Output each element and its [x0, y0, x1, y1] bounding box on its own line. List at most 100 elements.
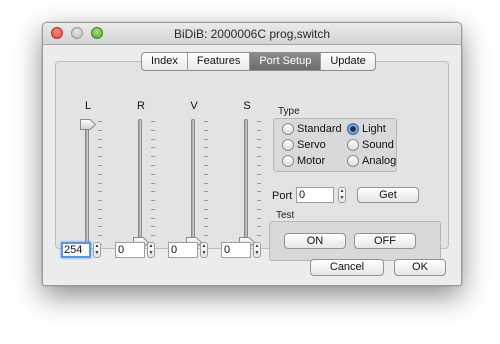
slider-tick [151, 191, 155, 192]
slider-r-label: R [137, 100, 145, 112]
slider-tick [151, 139, 155, 140]
slider-tick [257, 183, 261, 184]
r-value-field[interactable]: 0 [115, 242, 145, 258]
slider-tick [151, 130, 155, 131]
port-spinner: 0 ▲ ▼ [296, 187, 346, 203]
slider-tick [151, 183, 155, 184]
radio-selected-icon [347, 123, 359, 135]
s-stepper[interactable]: ▲ ▼ [253, 242, 261, 258]
slider-tick [151, 209, 155, 210]
type-servo-label: Servo [297, 139, 326, 151]
slider-v-label: V [190, 100, 198, 112]
radio-circle-icon [282, 139, 294, 151]
slider-tick [98, 147, 102, 148]
slider-tick [257, 226, 261, 227]
slider-tick [204, 139, 208, 140]
slider-tick [151, 147, 155, 148]
radio-circle-icon [347, 155, 359, 167]
slider-tick [98, 174, 102, 175]
l-stepper[interactable]: ▲ ▼ [93, 242, 101, 258]
slider-s: S [225, 62, 269, 248]
slider-tick [204, 130, 208, 131]
slider-tick [204, 165, 208, 166]
ok-button[interactable]: OK [394, 259, 446, 276]
dialog-window: BiDiB: 2000006C prog,switch Index Featur… [42, 22, 462, 286]
slider-s-track[interactable] [244, 119, 248, 247]
port-value-field[interactable]: 0 [296, 187, 334, 203]
slider-tick [257, 156, 261, 157]
l-value-field[interactable]: 254 [61, 242, 91, 258]
slider-tick [257, 130, 261, 131]
tab-index[interactable]: Index [142, 53, 188, 70]
slider-tick [98, 209, 102, 210]
slider-v-track[interactable] [191, 119, 195, 247]
radio-circle-icon [282, 123, 294, 135]
tab-update[interactable]: Update [321, 53, 374, 70]
radio-circle-icon [347, 139, 359, 151]
r-value-spinner: 0 ▲ ▼ [115, 242, 159, 258]
tab-bar: Index Features Port Setup Update [141, 52, 376, 71]
title-bar[interactable]: BiDiB: 2000006C prog,switch [43, 23, 461, 45]
off-button[interactable]: OFF [354, 233, 416, 249]
l-value-spinner: 254 ▲ ▼ [61, 242, 105, 258]
slider-tick [204, 218, 208, 219]
stepper-up-icon: ▲ [339, 188, 345, 194]
port-label: Port [272, 190, 293, 202]
get-button[interactable]: Get [357, 187, 419, 203]
slider-r: R [119, 62, 163, 248]
test-group: ON OFF [269, 221, 441, 261]
stepper-up-icon: ▲ [201, 243, 207, 249]
slider-tick [257, 174, 261, 175]
slider-tick [204, 183, 208, 184]
slider-tick [257, 121, 261, 122]
type-light-label: Light [362, 123, 386, 135]
stepper-up-icon: ▲ [148, 243, 154, 249]
slider-r-track[interactable] [138, 119, 142, 247]
slider-tick [98, 130, 102, 131]
slider-tick [204, 174, 208, 175]
slider-tick [151, 218, 155, 219]
slider-tick [98, 226, 102, 227]
stepper-up-icon: ▲ [94, 243, 100, 249]
stepper-down-icon: ▼ [94, 250, 100, 256]
slider-tick [204, 121, 208, 122]
slider-tick [151, 200, 155, 201]
slider-tick [151, 165, 155, 166]
slider-tick [204, 156, 208, 157]
slider-tick [257, 191, 261, 192]
test-group-label: Test [276, 210, 295, 221]
radio-circle-icon [282, 155, 294, 167]
on-button[interactable]: ON [284, 233, 346, 249]
slider-tick [98, 200, 102, 201]
type-group-label: Type [278, 106, 300, 117]
slider-tick [98, 156, 102, 157]
v-value-field[interactable]: 0 [168, 242, 198, 258]
slider-tick [257, 147, 261, 148]
slider-tick [151, 226, 155, 227]
slider-tick [257, 209, 261, 210]
type-standard-label: Standard [297, 123, 342, 135]
tab-features[interactable]: Features [188, 53, 251, 70]
type-sound-label: Sound [362, 139, 394, 151]
slider-tick [151, 235, 155, 236]
slider-r-ticks [151, 121, 155, 245]
type-group: Standard Light Servo Sound Motor Analog [273, 118, 397, 172]
cancel-button[interactable]: Cancel [310, 259, 384, 276]
r-stepper[interactable]: ▲ ▼ [147, 242, 155, 258]
slider-s-ticks [257, 121, 261, 245]
stepper-down-icon: ▼ [254, 250, 260, 256]
slider-v-ticks [204, 121, 208, 245]
s-value-field[interactable]: 0 [221, 242, 251, 258]
slider-tick [98, 121, 102, 122]
slider-v: V [172, 62, 216, 248]
slider-tick [204, 209, 208, 210]
slider-tick [151, 174, 155, 175]
port-stepper[interactable]: ▲ ▼ [338, 187, 346, 203]
slider-tick [98, 165, 102, 166]
slider-l-track[interactable] [85, 119, 89, 247]
slider-l-thumb[interactable] [79, 118, 97, 131]
tab-port-setup[interactable]: Port Setup [250, 53, 322, 70]
slider-tick [257, 235, 261, 236]
slider-l-ticks [98, 121, 102, 245]
v-stepper[interactable]: ▲ ▼ [200, 242, 208, 258]
